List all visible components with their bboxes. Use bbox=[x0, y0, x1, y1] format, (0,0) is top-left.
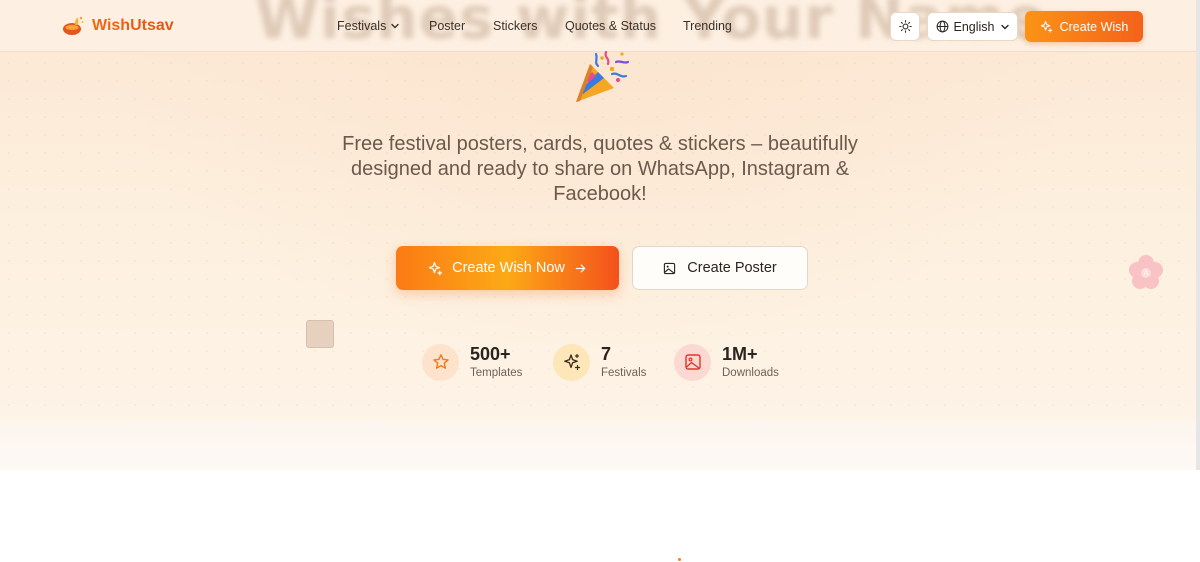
theme-toggle-button[interactable] bbox=[890, 12, 920, 41]
image-icon bbox=[664, 262, 676, 274]
sparkles-icon bbox=[563, 353, 580, 371]
create-poster-label: Create Poster bbox=[687, 260, 777, 276]
diya-logo-icon bbox=[63, 16, 84, 35]
stat-templates: 500+ Templates bbox=[422, 342, 522, 382]
stat-downloads: 1M+ Downloads bbox=[674, 342, 779, 382]
stat-text: 500+ Templates bbox=[470, 344, 522, 381]
stat-label: Templates bbox=[470, 366, 523, 379]
nav-trending-label: Trending bbox=[683, 19, 732, 33]
stat-text: 7 Festivals bbox=[601, 344, 646, 381]
stat-value: 500+ bbox=[470, 343, 511, 364]
chevron-down-icon bbox=[1000, 24, 1009, 29]
stat-icon-badge bbox=[674, 343, 711, 381]
hero-tagline: Free festival posters, cards, quotes & s… bbox=[342, 133, 858, 205]
scrollbar-track[interactable] bbox=[1196, 0, 1200, 470]
star-icon bbox=[432, 354, 449, 369]
section-divider-band bbox=[0, 420, 1200, 470]
stat-label: Festivals bbox=[601, 366, 647, 379]
stat-label: Downloads bbox=[722, 366, 779, 379]
nav-poster-label: Poster bbox=[429, 19, 466, 33]
logo[interactable]: WishUtsav bbox=[62, 12, 174, 40]
floating-card-decoration bbox=[306, 320, 334, 348]
nav-poster[interactable]: Poster bbox=[429, 18, 465, 34]
logo-text: WishUtsav bbox=[92, 17, 174, 34]
create-wish-label: Create Wish bbox=[1059, 19, 1129, 34]
create-wish-now-button[interactable]: Create Wish Now bbox=[396, 246, 619, 290]
nav-quotes-status[interactable]: Quotes & Status bbox=[565, 18, 656, 34]
flower-decoration-icon bbox=[1129, 255, 1163, 289]
stat-value: 7 bbox=[601, 343, 612, 364]
image-icon bbox=[684, 354, 701, 370]
chevron-down-icon bbox=[391, 23, 400, 29]
nav-festivals-label: Festivals bbox=[337, 19, 387, 33]
nav-stickers[interactable]: Stickers bbox=[493, 18, 537, 34]
stat-festivals: 7 Festivals bbox=[553, 342, 646, 382]
party-popper-icon bbox=[576, 50, 630, 102]
nav-festivals[interactable]: Festivals bbox=[337, 18, 400, 34]
stat-value: 1M+ bbox=[722, 343, 758, 364]
create-wish-now-label: Create Wish Now bbox=[452, 260, 565, 276]
nav-trending[interactable]: Trending bbox=[683, 18, 732, 34]
stat-text: 1M+ Downloads bbox=[722, 344, 779, 381]
create-poster-button[interactable]: Create Poster bbox=[632, 246, 808, 290]
loading-dot bbox=[678, 558, 681, 561]
page: Wishes with Your Name WishUtsav Festival… bbox=[0, 0, 1200, 562]
stat-icon-badge bbox=[422, 343, 459, 381]
arrow-right-icon bbox=[575, 263, 586, 273]
sparkles-icon bbox=[1040, 20, 1052, 33]
top-navbar: Wishes with Your Name WishUtsav Festival… bbox=[0, 0, 1196, 52]
nav-quotes-status-label: Quotes & Status bbox=[565, 19, 657, 33]
sun-icon bbox=[898, 20, 912, 33]
globe-icon bbox=[936, 20, 948, 33]
sparkles-icon bbox=[428, 261, 443, 276]
language-selector[interactable]: English bbox=[927, 12, 1018, 41]
language-label: English bbox=[953, 19, 995, 34]
create-wish-button[interactable]: Create Wish bbox=[1025, 11, 1143, 42]
nav-stickers-label: Stickers bbox=[493, 19, 538, 33]
stat-icon-badge bbox=[553, 343, 590, 381]
